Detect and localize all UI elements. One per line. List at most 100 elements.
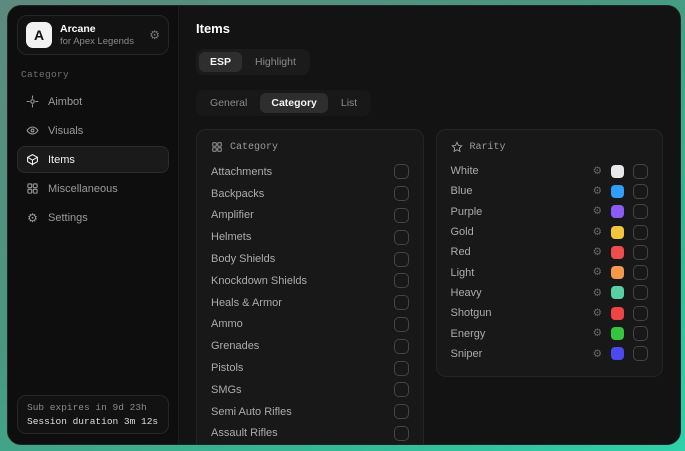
rarity-checkbox[interactable] — [633, 326, 648, 341]
rarity-color-swatch[interactable] — [611, 226, 624, 239]
category-row: Attachments — [211, 161, 409, 183]
rarity-label: Heavy — [451, 287, 593, 299]
rarity-row: Heavy ⚙ — [451, 283, 649, 303]
tab-general[interactable]: General — [199, 93, 258, 113]
mode-option-esp[interactable]: ESP — [199, 52, 242, 72]
rarity-checkbox[interactable] — [633, 164, 648, 179]
gear-icon[interactable]: ⚙ — [593, 227, 602, 238]
category-row: Knockdown Shields — [211, 270, 409, 292]
category-row: Assault Rifles — [211, 423, 409, 444]
mode-option-highlight[interactable]: Highlight — [244, 52, 307, 72]
rarity-checkbox[interactable] — [633, 346, 648, 361]
sidebar-nav: Aimbot Visuals Items Miscellaneous — [17, 88, 169, 231]
star-icon — [451, 141, 463, 153]
rarity-row: Shotgun ⚙ — [451, 303, 649, 323]
rarity-color-swatch[interactable] — [611, 266, 624, 279]
category-checkbox[interactable] — [394, 426, 409, 441]
main-content: Items ESP Highlight General Category Lis… — [179, 6, 680, 444]
category-checkbox[interactable] — [394, 295, 409, 310]
panels-row: Category Attachments Backpacks Amplifier… — [196, 129, 663, 444]
gear-icon[interactable]: ⚙ — [593, 247, 602, 258]
sidebar-item-settings[interactable]: ⚙ Settings — [17, 204, 169, 231]
rarity-checkbox[interactable] — [633, 306, 648, 321]
mode-toggle: ESP Highlight — [196, 49, 310, 75]
sidebar-item-visuals[interactable]: Visuals — [17, 117, 169, 144]
rarity-list: White ⚙ Blue ⚙ Purple ⚙ Gold ⚙ Red ⚙ Lig… — [451, 161, 649, 364]
rarity-color-swatch[interactable] — [611, 286, 624, 299]
rarity-label: Blue — [451, 185, 593, 197]
gear-icon[interactable]: ⚙ — [593, 166, 602, 177]
rarity-color-swatch[interactable] — [611, 347, 624, 360]
app-subtitle: for Apex Legends — [60, 36, 141, 48]
rarity-row: Blue ⚙ — [451, 181, 649, 201]
category-checkbox[interactable] — [394, 404, 409, 419]
sidebar-item-items[interactable]: Items — [17, 146, 169, 173]
sidebar-item-label: Settings — [48, 212, 88, 224]
rarity-checkbox[interactable] — [633, 225, 648, 240]
rarity-panel-title: Rarity — [470, 142, 506, 153]
category-row: SMGs — [211, 379, 409, 401]
category-checkbox[interactable] — [394, 361, 409, 376]
category-panel-title: Category — [230, 142, 278, 153]
eye-icon — [26, 124, 39, 137]
rarity-label: Purple — [451, 206, 593, 218]
rarity-label: Gold — [451, 226, 593, 238]
gear-icon[interactable]: ⚙ — [593, 308, 602, 319]
category-row: Grenades — [211, 335, 409, 357]
category-label: Heals & Armor — [211, 297, 394, 309]
gear-icon[interactable]: ⚙ — [593, 288, 602, 299]
category-checkbox[interactable] — [394, 382, 409, 397]
category-checkbox[interactable] — [394, 208, 409, 223]
tab-category[interactable]: Category — [260, 93, 328, 113]
category-panel: Category Attachments Backpacks Amplifier… — [196, 129, 424, 444]
gear-icon[interactable]: ⚙ — [593, 206, 602, 217]
app-header-card: A Arcane for Apex Legends ⚙ — [17, 15, 169, 55]
category-label: Body Shields — [211, 253, 394, 265]
app-name: Arcane — [60, 23, 141, 36]
rarity-checkbox[interactable] — [633, 285, 648, 300]
category-checkbox[interactable] — [394, 164, 409, 179]
rarity-color-swatch[interactable] — [611, 307, 624, 320]
gear-icon[interactable]: ⚙ — [593, 186, 602, 197]
rarity-checkbox[interactable] — [633, 184, 648, 199]
category-label: Semi Auto Rifles — [211, 406, 394, 418]
category-checkbox[interactable] — [394, 339, 409, 354]
rarity-row: Gold ⚙ — [451, 222, 649, 242]
category-label: Helmets — [211, 231, 394, 243]
rarity-checkbox[interactable] — [633, 265, 648, 280]
rarity-label: White — [451, 165, 593, 177]
sidebar-item-aimbot[interactable]: Aimbot — [17, 88, 169, 115]
category-row: Body Shields — [211, 248, 409, 270]
rarity-color-swatch[interactable] — [611, 165, 624, 178]
sidebar-item-miscellaneous[interactable]: Miscellaneous — [17, 175, 169, 202]
rarity-color-swatch[interactable] — [611, 205, 624, 218]
rarity-checkbox[interactable] — [633, 245, 648, 260]
category-label: Amplifier — [211, 209, 394, 221]
category-label: Grenades — [211, 340, 394, 352]
app-logo: A — [26, 22, 52, 48]
rarity-color-swatch[interactable] — [611, 185, 624, 198]
category-label: Backpacks — [211, 188, 394, 200]
gear-icon[interactable]: ⚙ — [593, 328, 602, 339]
category-checkbox[interactable] — [394, 273, 409, 288]
gear-icon[interactable]: ⚙ — [149, 29, 160, 41]
gear-icon[interactable]: ⚙ — [593, 267, 602, 278]
category-checkbox[interactable] — [394, 230, 409, 245]
desktop-background: { "app": { "name": "Arcane", "subtitle":… — [0, 0, 685, 451]
category-checkbox[interactable] — [394, 186, 409, 201]
tab-list[interactable]: List — [330, 93, 368, 113]
sidebar-item-label: Aimbot — [48, 96, 82, 108]
category-label: Ammo — [211, 318, 394, 330]
category-checkbox[interactable] — [394, 252, 409, 267]
category-row: Semi Auto Rifles — [211, 401, 409, 423]
page-title: Items — [196, 21, 663, 36]
rarity-checkbox[interactable] — [633, 204, 648, 219]
rarity-color-swatch[interactable] — [611, 327, 624, 340]
gear-icon[interactable]: ⚙ — [593, 349, 602, 360]
grid-icon — [211, 141, 223, 153]
category-label: Attachments — [211, 166, 394, 178]
category-label: Pistols — [211, 362, 394, 374]
category-label: SMGs — [211, 384, 394, 396]
rarity-color-swatch[interactable] — [611, 246, 624, 259]
category-checkbox[interactable] — [394, 317, 409, 332]
